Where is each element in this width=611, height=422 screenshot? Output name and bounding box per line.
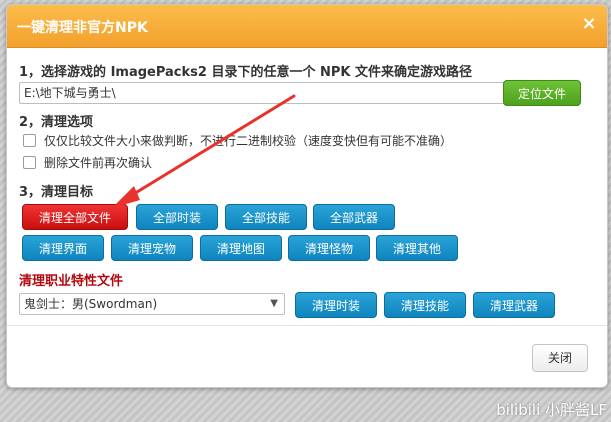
game-path-input[interactable]: E:\地下城与勇士\ xyxy=(19,82,505,104)
job-heading: 清理职业特性文件 xyxy=(19,274,124,289)
checkbox-confirm-delete[interactable] xyxy=(23,156,36,169)
clean-ui-button[interactable]: 清理界面 xyxy=(22,235,104,261)
all-weapons-button[interactable]: 全部武器 xyxy=(313,204,395,230)
all-skills-button[interactable]: 全部技能 xyxy=(225,204,307,230)
clean-all-files-button[interactable]: 清理全部文件 xyxy=(22,204,128,230)
option-size-compare-label: 仅仅比较文件大小来做判断，不进行二进制校验（速度变快但有可能不准确） xyxy=(44,134,453,148)
clean-pets-button[interactable]: 清理宠物 xyxy=(111,235,193,261)
clean-other-button[interactable]: 清理其他 xyxy=(376,235,458,261)
dialog-title: 一键清理非官方NPK xyxy=(17,20,148,36)
clean-monsters-button[interactable]: 清理怪物 xyxy=(288,235,370,261)
option-confirm-delete[interactable]: 删除文件前再次确认 xyxy=(23,155,152,171)
locate-file-button[interactable]: 定位文件 xyxy=(503,80,581,106)
all-costumes-button[interactable]: 全部时装 xyxy=(136,204,218,230)
cleanup-dialog: 一键清理非官方NPK × 1，选择游戏的 ImagePacks2 目录下的任意一… xyxy=(6,4,608,388)
clean-job-skills-button[interactable]: 清理技能 xyxy=(384,292,466,318)
watermark: bilibili 小胖酱LF xyxy=(496,401,607,419)
dialog-titlebar: 一键清理非官方NPK × xyxy=(7,5,607,48)
option-size-compare[interactable]: 仅仅比较文件大小来做判断，不进行二进制校验（速度变快但有可能不准确） xyxy=(23,133,452,149)
clean-job-costumes-button[interactable]: 清理时装 xyxy=(295,292,377,318)
step2-heading: 2，清理选项 xyxy=(19,115,94,130)
step1-heading: 1，选择游戏的 ImagePacks2 目录下的任意一个 NPK 文件来确定游戏… xyxy=(19,65,472,80)
job-select-value: 鬼剑士：男(Swordman) xyxy=(24,297,158,311)
chevron-down-icon[interactable]: ▼ xyxy=(270,294,278,314)
close-button[interactable]: 关闭 xyxy=(532,344,588,372)
job-select[interactable]: 鬼剑士：男(Swordman) ▼ xyxy=(19,293,285,315)
option-confirm-delete-label: 删除文件前再次确认 xyxy=(44,156,153,170)
clean-maps-button[interactable]: 清理地图 xyxy=(200,235,282,261)
checkbox-size-compare[interactable] xyxy=(23,134,36,147)
footer-divider xyxy=(7,325,607,326)
close-icon[interactable]: × xyxy=(579,14,599,34)
clean-job-weapons-button[interactable]: 清理武器 xyxy=(473,292,555,318)
step3-heading: 3，清理目标 xyxy=(19,185,94,200)
